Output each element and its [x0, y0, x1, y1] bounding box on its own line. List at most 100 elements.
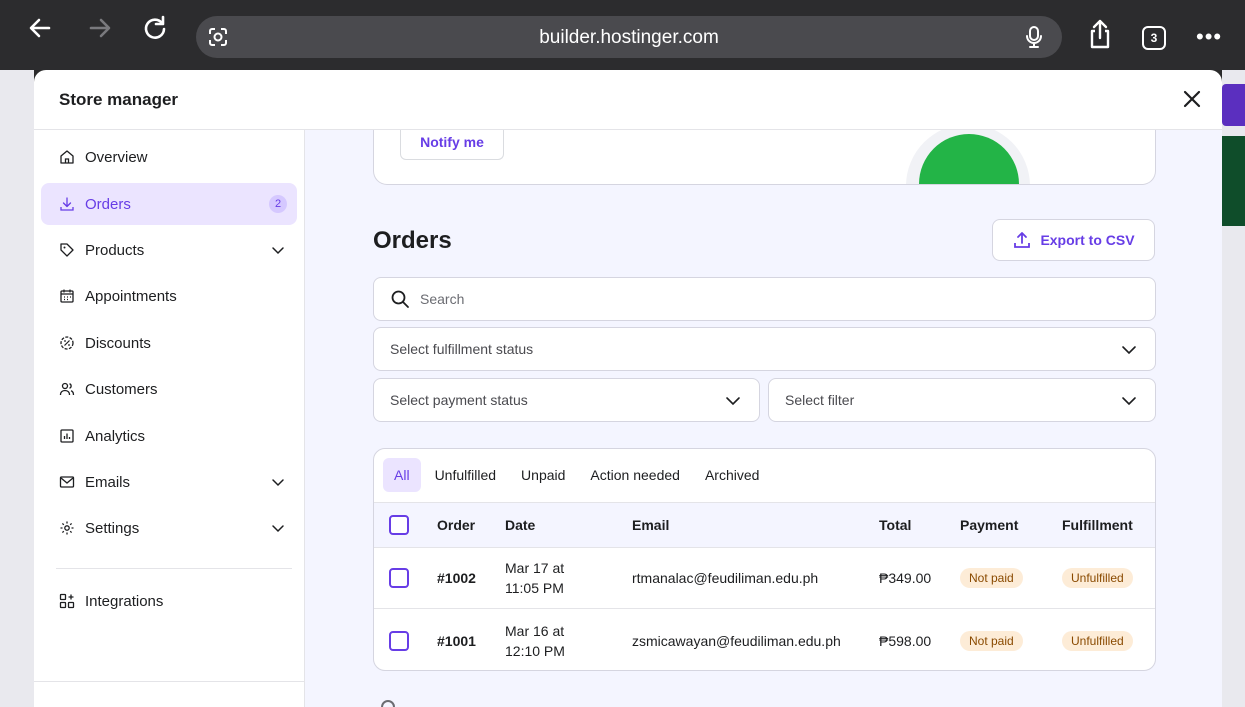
page-title: Orders — [373, 227, 452, 254]
background-accent — [1222, 84, 1245, 126]
tab-count-button[interactable]: 3 — [1142, 26, 1166, 50]
order-email: rtmanalac@feudiliman.edu.ph — [632, 570, 819, 586]
microphone-icon[interactable] — [1024, 26, 1044, 48]
order-date: Mar 16 at 12:10 PM — [505, 610, 585, 670]
footer-hint — [381, 700, 781, 707]
sidebar-item-label: Appointments — [85, 287, 177, 305]
users-icon — [59, 382, 75, 396]
sidebar: Overview Orders 2 Products Appointments … — [34, 130, 305, 707]
row-checkbox[interactable] — [389, 630, 409, 651]
orders-table: All Unfulfilled Unpaid Action needed Arc… — [373, 448, 1156, 671]
sidebar-item-customers[interactable]: Customers — [41, 368, 297, 410]
chevron-down-icon — [1122, 346, 1136, 355]
fulfillment-status-select[interactable]: Select fulfillment status — [373, 327, 1156, 371]
export-csv-label: Export to CSV — [1040, 232, 1135, 248]
payment-status-select[interactable]: Select payment status — [373, 378, 760, 422]
order-email: zsmicawayan@feudiliman.edu.ph — [632, 632, 841, 649]
order-date-day: Mar 16 at — [505, 622, 565, 639]
table-row[interactable]: #1001 Mar 16 at 12:10 PM zsmicawayan@feu… — [374, 610, 1155, 670]
sidebar-item-analytics[interactable]: Analytics — [41, 415, 297, 457]
chevron-down-icon — [1122, 397, 1136, 406]
row-checkbox[interactable] — [389, 568, 409, 588]
order-date-day: Mar 17 at — [505, 560, 565, 576]
chevron-down-icon[interactable] — [271, 475, 285, 489]
column-payment[interactable]: Payment — [960, 503, 1018, 547]
notify-me-button[interactable]: Notify me — [400, 130, 504, 160]
mail-icon — [59, 476, 75, 488]
select-all-checkbox[interactable] — [389, 515, 409, 535]
payment-status-cell: Not paid — [960, 548, 1023, 608]
discount-icon — [60, 336, 74, 350]
background-page-right — [1222, 70, 1245, 707]
payment-status-cell: Not paid — [960, 610, 1023, 670]
home-icon — [60, 150, 74, 164]
promo-banner: Notify me — [373, 130, 1156, 185]
tab-action-needed[interactable]: Action needed — [579, 458, 691, 492]
upload-icon — [1014, 232, 1031, 248]
sidebar-item-label: Discounts — [85, 334, 151, 352]
order-total: ₱598.00 — [879, 632, 932, 649]
fulfillment-status-cell: Unfulfilled — [1062, 610, 1133, 670]
order-date-time: 12:10 PM — [505, 642, 565, 659]
main-content: Notify me Orders Export to CSV Select fu… — [305, 130, 1222, 707]
tab-archived[interactable]: Archived — [694, 458, 770, 492]
fulfillment-status-label: Select fulfillment status — [390, 341, 534, 357]
sidebar-item-label: Overview — [85, 148, 148, 166]
more-menu-button[interactable]: ••• — [1196, 24, 1222, 50]
sidebar-item-label: Customers — [85, 380, 158, 398]
sidebar-item-settings[interactable]: Settings — [41, 507, 297, 549]
column-total[interactable]: Total — [879, 503, 911, 547]
reload-button[interactable] — [141, 14, 169, 42]
sidebar-item-orders[interactable]: Orders 2 — [41, 183, 297, 225]
sidebar-item-products[interactable]: Products — [41, 229, 297, 271]
fulfillment-status-badge: Unfulfilled — [1062, 630, 1133, 651]
share-button[interactable] — [1086, 19, 1114, 49]
table-row[interactable]: #1002 Mar 17 at 11:05 PM rtmanalac@feudi… — [374, 548, 1155, 609]
sidebar-item-emails[interactable]: Emails — [41, 461, 297, 503]
background-banner — [1222, 136, 1245, 226]
sidebar-item-appointments[interactable]: Appointments — [41, 275, 297, 317]
order-date: Mar 17 at 11:05 PM — [505, 548, 585, 608]
back-button[interactable] — [26, 14, 54, 42]
grid-plus-icon — [59, 593, 75, 609]
search-field[interactable] — [373, 277, 1156, 321]
chevron-down-icon — [726, 397, 740, 406]
close-icon[interactable] — [1181, 88, 1203, 110]
column-date[interactable]: Date — [505, 503, 535, 547]
search-input[interactable] — [420, 291, 1120, 307]
column-fulfillment[interactable]: Fulfillment — [1062, 503, 1133, 547]
sidebar-item-label: Products — [85, 241, 145, 259]
chart-icon — [60, 429, 74, 443]
sidebar-item-integrations[interactable]: Integrations — [41, 580, 297, 622]
info-icon — [381, 700, 395, 707]
payment-status-badge: Not paid — [960, 568, 1023, 588]
modal-header: Store manager — [34, 70, 1222, 130]
order-date-time: 11:05 PM — [505, 580, 564, 596]
sidebar-item-label: Orders — [85, 195, 131, 213]
column-email[interactable]: Email — [632, 503, 669, 547]
search-icon — [391, 290, 409, 308]
address-bar[interactable]: builder.hostinger.com — [196, 16, 1062, 58]
gear-icon — [60, 521, 74, 535]
column-order[interactable]: Order — [437, 503, 475, 547]
order-number[interactable]: #1001 — [437, 610, 476, 670]
arrow-right-icon — [89, 18, 111, 38]
sidebar-item-overview[interactable]: Overview — [41, 136, 297, 178]
tab-unpaid[interactable]: Unpaid — [510, 458, 576, 492]
fulfillment-status-cell: Unfulfilled — [1062, 548, 1133, 608]
table-header: Order Date Email Total Payment Fulfillme… — [374, 502, 1155, 548]
export-csv-button[interactable]: Export to CSV — [992, 219, 1155, 261]
tab-all[interactable]: All — [383, 458, 421, 492]
order-number[interactable]: #1002 — [437, 548, 476, 608]
forward-button[interactable] — [86, 14, 114, 42]
sidebar-item-label: Settings — [85, 519, 140, 537]
chevron-down-icon[interactable] — [271, 243, 285, 257]
filter-select[interactable]: Select filter — [768, 378, 1156, 422]
calendar-icon — [60, 289, 74, 303]
url-text[interactable]: builder.hostinger.com — [196, 27, 1062, 49]
background-page-left — [0, 70, 34, 707]
sidebar-item-discounts[interactable]: Discounts — [41, 322, 297, 364]
chevron-down-icon[interactable] — [271, 521, 285, 535]
sidebar-item-label: Emails — [85, 473, 131, 491]
tab-unfulfilled[interactable]: Unfulfilled — [424, 458, 507, 492]
